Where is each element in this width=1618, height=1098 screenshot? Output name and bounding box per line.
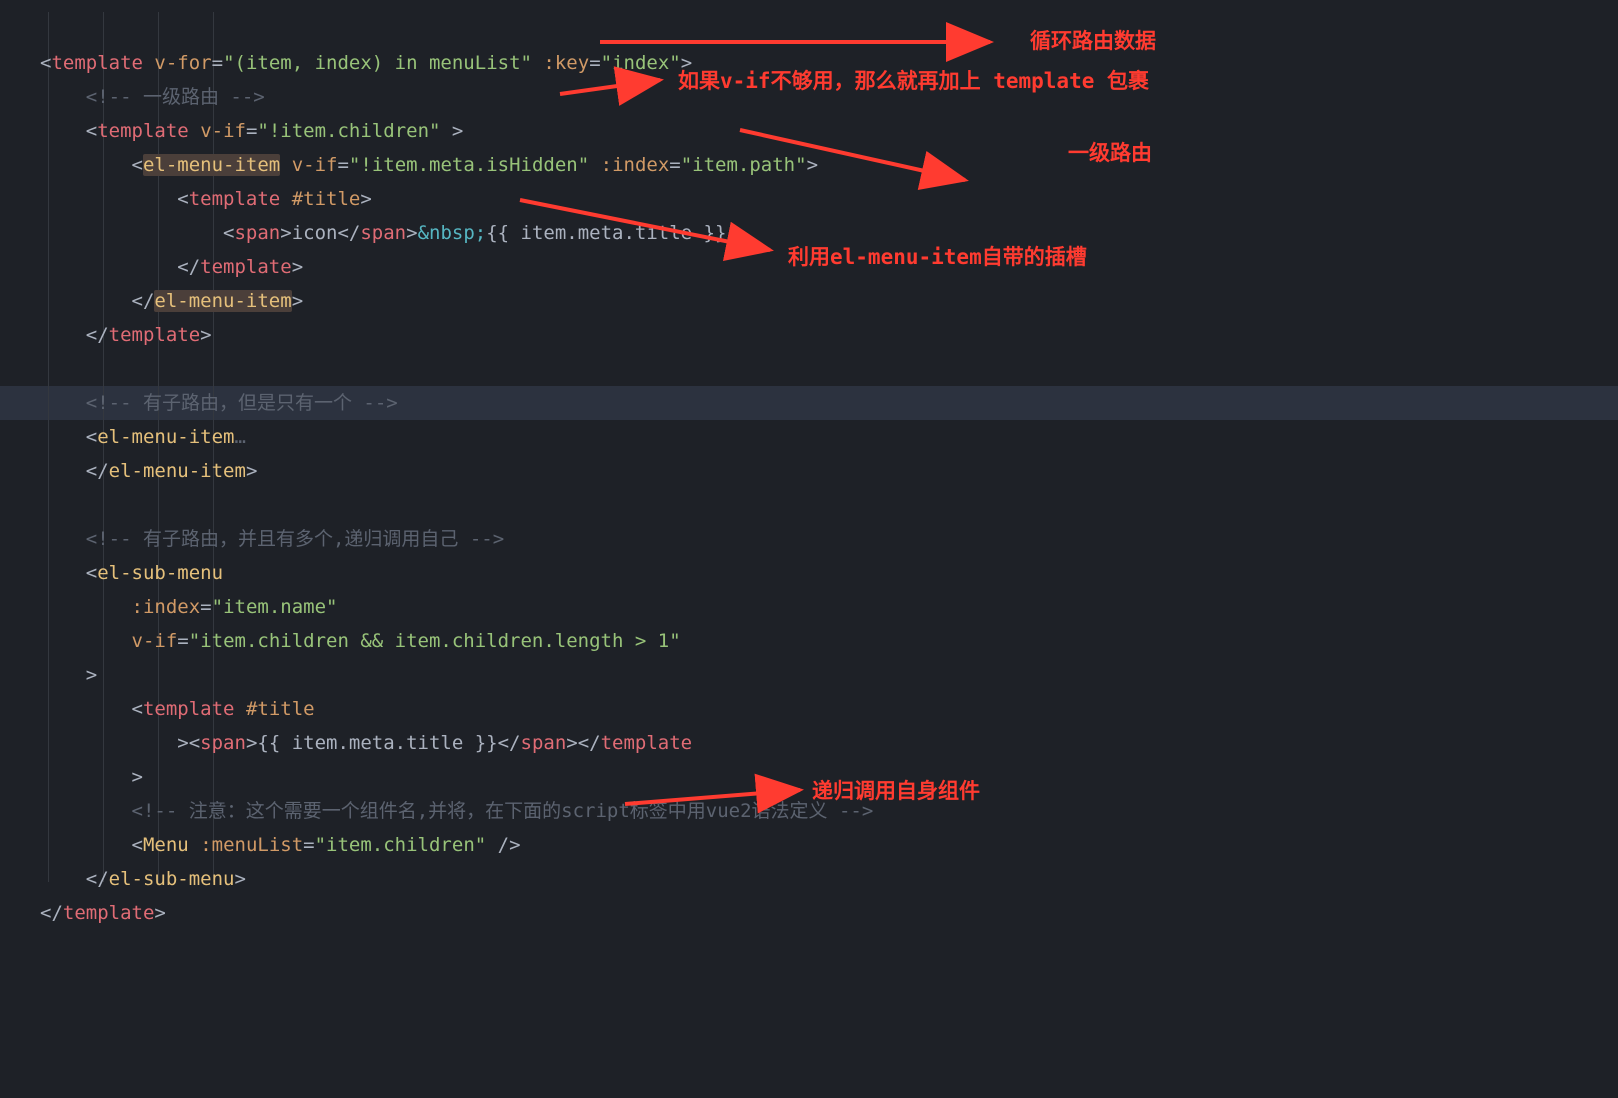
code-editor[interactable]: <template v-for="(item, index) in menuLi… [0,0,1618,1098]
v-if-expr: item.children && item.children.length > … [200,630,669,652]
v-if-expr: !item.meta.isHidden [360,154,577,176]
mustache: {{ item.meta.title }} [486,222,726,244]
menulist-expr: item.children [326,834,475,856]
mustache: {{ item.meta.title }} [257,732,497,754]
code-block[interactable]: <template v-for="(item, index) in menuLi… [0,0,1618,964]
icon-text: icon [292,222,338,244]
v-for-expr: (item, index) in menuList [235,52,521,74]
comment: <!-- 有子路由，但是只有一个 --> [86,392,398,414]
index-expr: item.path [692,154,795,176]
key-expr: index [612,52,669,74]
comment: <!-- 注意：这个需要一个组件名,并将，在下面的script标签中用vue2语… [132,800,874,822]
index-expr: item.name [223,596,326,618]
comment: <!-- 有子路由，并且有多个,递归调用自己 --> [86,528,504,550]
v-if-expr: !item.children [269,120,429,142]
nbsp-entity: &nbsp; [418,222,487,244]
comment: <!-- 一级路由 --> [86,86,265,108]
slot-title: #title [246,698,315,720]
slot-title: #title [292,188,361,210]
